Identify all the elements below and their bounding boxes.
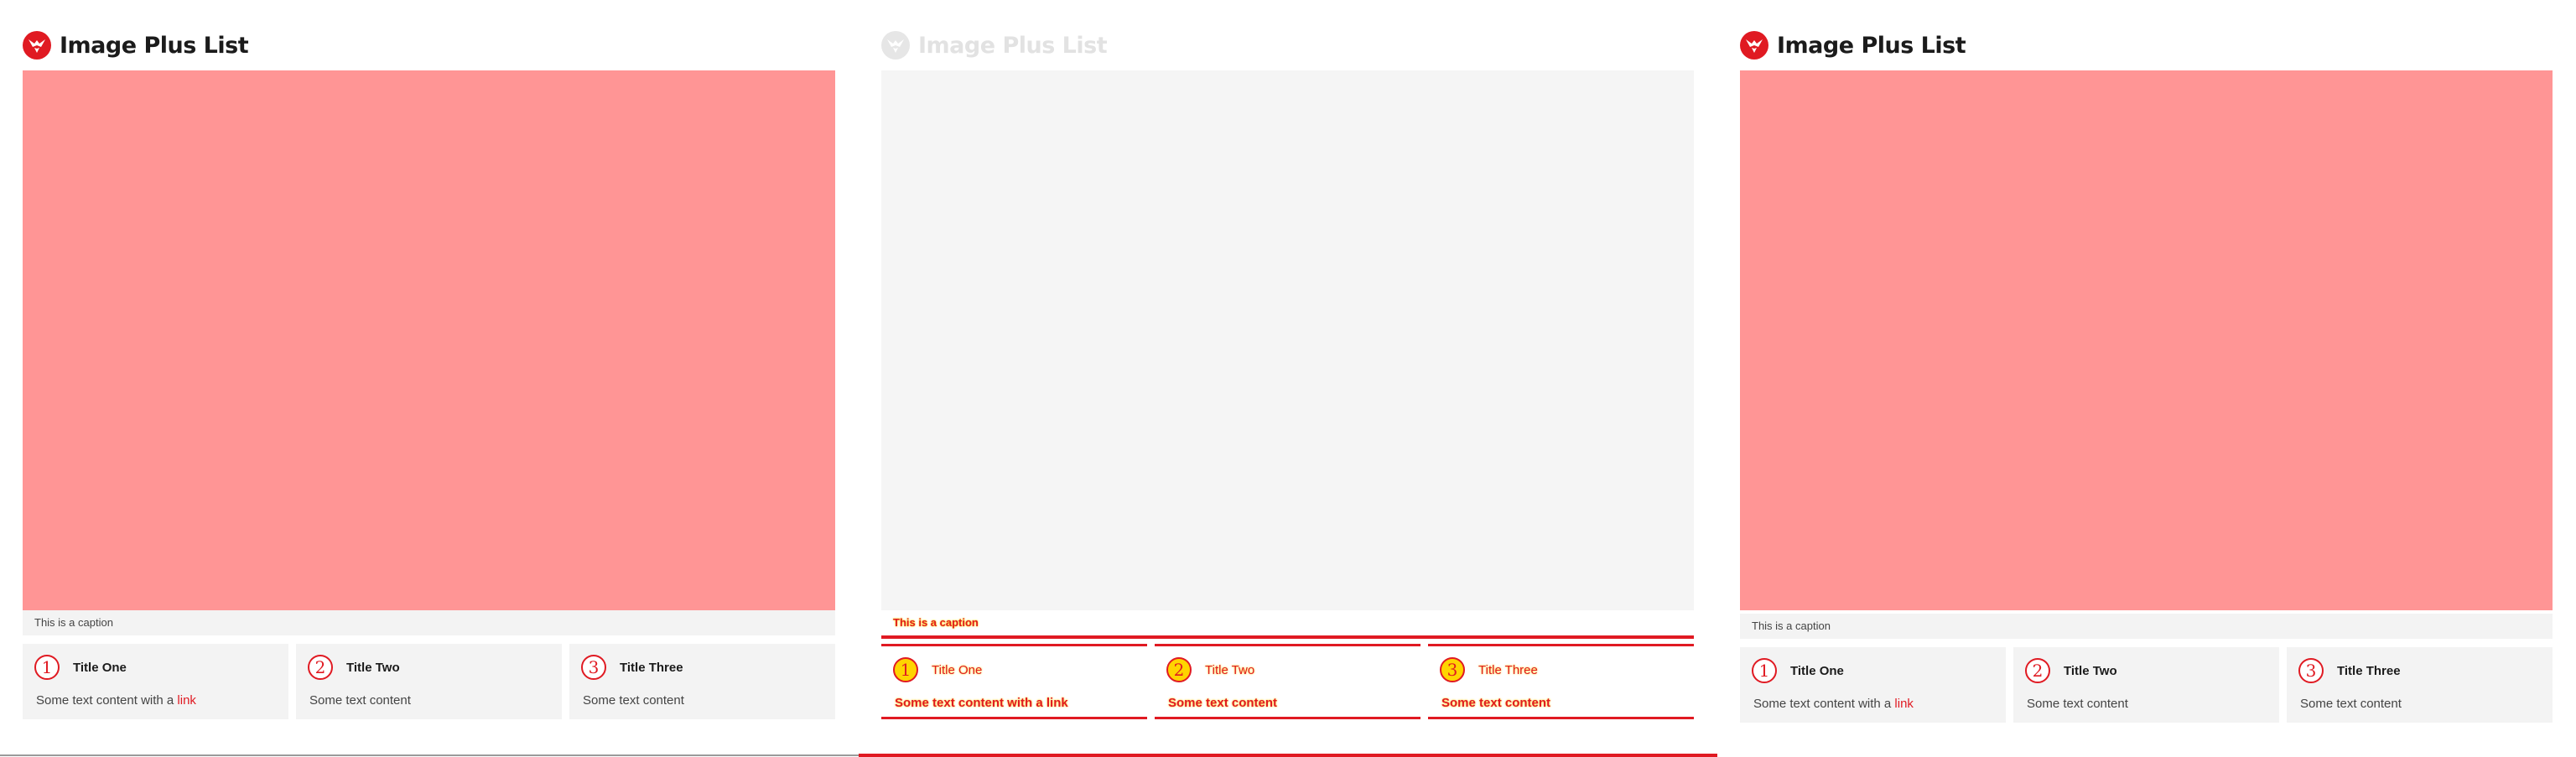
number-badge: 3 [2298,658,2324,683]
number-badge: 3 [581,655,606,680]
list-item: 1 Title One Some text content with a lin… [23,644,288,719]
list-item: 2 Title Two Some text content [1155,644,1420,719]
item-text: Some text content [2300,697,2402,711]
item-text: Some text content [583,693,684,708]
image-caption: This is a caption [1752,620,1831,632]
list-item: 2 Title Two Some text content [2013,647,2279,723]
list-item: 1 Title One Some text content with a lin… [1740,647,2006,723]
page-title: Image Plus List [918,32,1108,59]
item-text: Some text content [2027,697,2128,711]
panel-header: Image Plus List [1740,30,1966,60]
numbered-list: 1 Title One Some text content with a lin… [23,644,835,719]
item-title: Title One [932,663,983,677]
item-title: Title One [1790,664,1844,678]
item-text: Some text content with a link [895,696,1068,710]
item-title: Title Three [1478,663,1538,677]
caption-bar: This is a caption [23,610,835,635]
item-text: Some text content [309,693,411,708]
item-link[interactable]: link [177,693,196,708]
list-item: 3 Title Three Some text content [1428,644,1694,719]
list-item: 2 Title Two Some text content [296,644,562,719]
image-caption: This is a caption [893,616,979,629]
panel-header: Image Plus List [23,30,249,60]
item-text: Some text content [1441,696,1551,710]
number-badge: 2 [308,655,333,680]
item-title: Title Three [620,661,683,675]
item-text-body: Some text content with a [36,693,178,708]
page-title: Image Plus List [60,32,249,59]
item-text: Some text content with a link [1753,697,1914,711]
list-item: 3 Title Three Some text content [569,644,835,719]
item-title: Title One [73,661,127,675]
hero-image [881,70,1694,610]
number-badge: 1 [1752,658,1777,683]
current-panel: Image Plus List This is a caption 1 Titl… [1717,0,2576,757]
diff-band [881,635,1694,639]
panel-divider [0,754,859,756]
list-item: 3 Title Three Some text content [2287,647,2553,723]
number-badge: 2 [1166,657,1192,682]
item-title: Title Two [346,661,400,675]
diff-divider [859,754,1717,757]
page-title: Image Plus List [1777,32,1966,59]
numbered-list: 1 Title One Some text content with a lin… [1740,647,2553,723]
image-caption: This is a caption [34,616,113,629]
caption-bar: This is a caption [881,610,1694,635]
number-badge: 2 [2025,658,2050,683]
item-link[interactable]: link [1894,697,1914,711]
eagle-logo-icon [881,31,910,60]
number-badge: 3 [1440,657,1465,682]
item-text: Some text content with a link [36,693,196,708]
baseline-panel: Image Plus List This is a caption 1 Titl… [0,0,859,757]
item-link[interactable]: link [1046,696,1068,710]
numbered-list: 1 Title One Some text content with a lin… [881,644,1694,719]
diff-panel: Image Plus List This is a caption 1 Titl… [859,0,1717,757]
number-badge: 1 [34,655,60,680]
item-text-body: Some text content with a [1753,697,1895,711]
item-title: Title Two [2064,664,2117,678]
item-title: Title Two [1205,663,1255,677]
item-text-body: Some text content with a [895,696,1046,710]
eagle-logo-icon [23,31,51,60]
item-text: Some text content [1168,696,1278,710]
list-item: 1 Title One Some text content with a lin… [881,644,1147,719]
eagle-logo-icon [1740,31,1768,60]
panel-header: Image Plus List [881,30,1108,60]
hero-image [1740,70,2553,610]
hero-image [23,70,835,610]
number-badge: 1 [893,657,918,682]
item-title: Title Three [2337,664,2401,678]
caption-bar: This is a caption [1740,614,2553,639]
